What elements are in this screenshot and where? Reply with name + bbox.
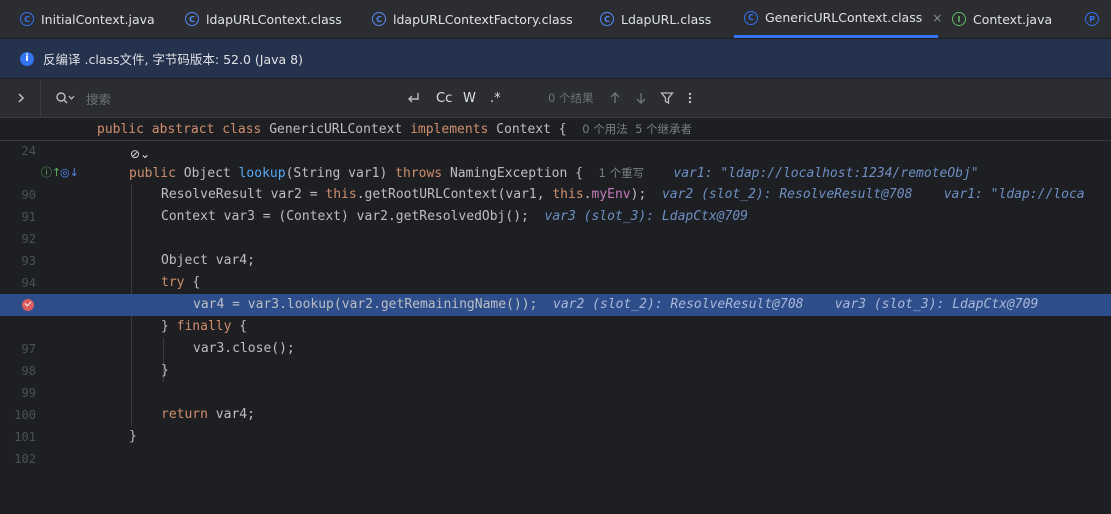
- inheritors-hint[interactable]: 5 个继承者: [635, 122, 692, 136]
- match-case-button[interactable]: Cc: [436, 79, 452, 117]
- tab-label: Context.java: [973, 11, 1053, 27]
- code-line-100[interactable]: 100: [0, 382, 1111, 422]
- tab-context-java[interactable]: I Context.java: [942, 0, 1067, 38]
- search-input[interactable]: 搜索: [86, 79, 111, 117]
- code-line-92[interactable]: 92 Context var3 = (Context) var2.getReso…: [0, 206, 1111, 246]
- info-icon: i: [20, 51, 34, 66]
- debug-value: var2 (slot_2): ResolveResult@708: [661, 187, 913, 202]
- tab-ldapurl-class[interactable]: C LdapURL.class: [590, 0, 730, 38]
- compiled-class-icon: C: [185, 12, 199, 26]
- debug-value: var2 (slot_2): ResolveResult@708: [553, 297, 804, 312]
- code-line-94[interactable]: 94 Object var4;: [0, 250, 1111, 290]
- tab-label: GenericURLContext.class: [765, 10, 923, 25]
- code-text: var4 = var3.lookup(var2.getRemainingName…: [193, 297, 1039, 312]
- code-line-95[interactable]: 95 try {: [0, 272, 1111, 312]
- code-text: public Object lookup(String var1) throws…: [129, 166, 979, 181]
- search-history-button[interactable]: [55, 79, 75, 117]
- result-count: 0 个结果: [548, 91, 594, 105]
- divider: [40, 79, 41, 117]
- code-line-98[interactable]: 98 var3.close();: [0, 338, 1111, 378]
- overrides-hint[interactable]: 1 个重写: [599, 166, 644, 180]
- java-class-icon: C: [744, 10, 758, 25]
- tab-initialcontext-java[interactable]: C InitialContext.java: [10, 0, 170, 38]
- more-options-button[interactable]: [686, 79, 694, 117]
- whole-words-button[interactable]: W: [463, 79, 476, 117]
- code-text: var3.close();: [193, 341, 295, 356]
- code-line-96-execution-point[interactable]: 96 var4 = var3.lookup(var2.getRemainingN…: [0, 294, 1111, 316]
- debug-value: var3 (slot_3): LdapCtx@709: [544, 209, 749, 224]
- regex-button[interactable]: .*: [490, 79, 501, 117]
- decompiled-banner: i 反编译 .class文件, 字节码版本: 52.0 (Java 8): [0, 39, 1111, 79]
- code-text: try {: [161, 275, 201, 290]
- expand-replace-button[interactable]: [14, 79, 28, 117]
- sticky-line[interactable]: 24 public abstract class GenericURLConte…: [0, 118, 1111, 158]
- tab-label: InitialContext.java: [41, 11, 155, 27]
- code-line-97[interactable]: 97 } finally {: [0, 316, 1111, 356]
- tab-ldapurlcontextfactory-class[interactable]: C ldapURLContextFactory.class: [362, 0, 587, 38]
- new-line-button[interactable]: [406, 79, 422, 117]
- tab-label: ldapURLContext.class: [206, 11, 342, 27]
- tab-label: LdapURL.class: [621, 11, 712, 27]
- editor-tab-bar: C InitialContext.java C ldapURLContext.c…: [0, 0, 1111, 39]
- code-line-91[interactable]: 91 ResolveResult var2 = this.getRootURLC…: [0, 184, 1111, 224]
- java-class-icon: P: [1085, 12, 1099, 26]
- find-bar: 搜索 Cc W .* 0 个结果: [0, 79, 1111, 118]
- code-line-99[interactable]: 99 }: [0, 360, 1111, 400]
- debug-value: var3 (slot_3): LdapCtx@709: [834, 297, 1039, 312]
- code-text: Context var3 = (Context) var2.getResolve…: [161, 209, 749, 224]
- code-text: }: [161, 363, 169, 378]
- more-vertical-icon: [688, 92, 692, 104]
- implements-method-icon[interactable]: ⓘ↑: [41, 162, 61, 184]
- breakpoint-icon[interactable]: [22, 299, 34, 311]
- compiled-class-icon: C: [600, 12, 614, 26]
- usages-hint[interactable]: 0 个用法: [582, 122, 627, 136]
- line-number: 102: [14, 452, 36, 466]
- code-text: Object var4;: [161, 253, 255, 268]
- debug-value: var1: "ldap://loca: [943, 187, 1085, 202]
- code-line-93[interactable]: 93: [0, 228, 1111, 268]
- code-line-90[interactable]: 90 ⓘ↑ ◎↓ public Object lookup(String var…: [0, 162, 1111, 202]
- sticky-divider: [0, 140, 1111, 141]
- banner-text: 反编译 .class文件, 字节码版本: 52.0 (Java 8): [43, 52, 303, 67]
- code-text: return var4;: [161, 407, 255, 422]
- previous-occurrence-button[interactable]: [608, 79, 622, 117]
- filter-icon: [660, 92, 674, 105]
- code-text: public abstract class GenericURLContext …: [97, 122, 693, 137]
- next-occurrence-button[interactable]: [634, 79, 648, 117]
- tab-genericurlcontext-class[interactable]: C GenericURLContext.class ×: [734, 0, 942, 38]
- code-text: ResolveResult var2 = this.getRootURLCont…: [161, 187, 1085, 202]
- arrow-down-icon: [636, 93, 646, 104]
- code-line-102[interactable]: 102 }: [0, 426, 1111, 466]
- arrow-up-icon: [610, 92, 620, 103]
- code-editor[interactable]: 24 public abstract class GenericURLConte…: [0, 118, 1111, 466]
- java-class-icon: C: [20, 12, 34, 26]
- search-icon: [56, 92, 75, 104]
- tab-ldapurlcontext-class[interactable]: C ldapURLContext.class: [175, 0, 360, 38]
- debug-value: var1: "ldap://localhost:1234/remoteObj": [673, 166, 979, 181]
- interface-icon: I: [952, 12, 966, 26]
- code-line-101[interactable]: 101 return var4;: [0, 404, 1111, 444]
- tab-label: ldapURLContextFactory.class: [393, 11, 573, 27]
- tab-overflow[interactable]: P: [1075, 0, 1111, 38]
- overridden-method-icon[interactable]: ◎↓: [60, 162, 79, 184]
- chevron-right-icon: [18, 93, 25, 103]
- code-text: }: [129, 429, 137, 444]
- new-line-icon: [408, 93, 419, 103]
- code-text: } finally {: [161, 319, 248, 334]
- close-tab-icon[interactable]: ×: [932, 11, 942, 25]
- filter-button[interactable]: [660, 79, 674, 117]
- compiled-class-icon: C: [372, 12, 386, 26]
